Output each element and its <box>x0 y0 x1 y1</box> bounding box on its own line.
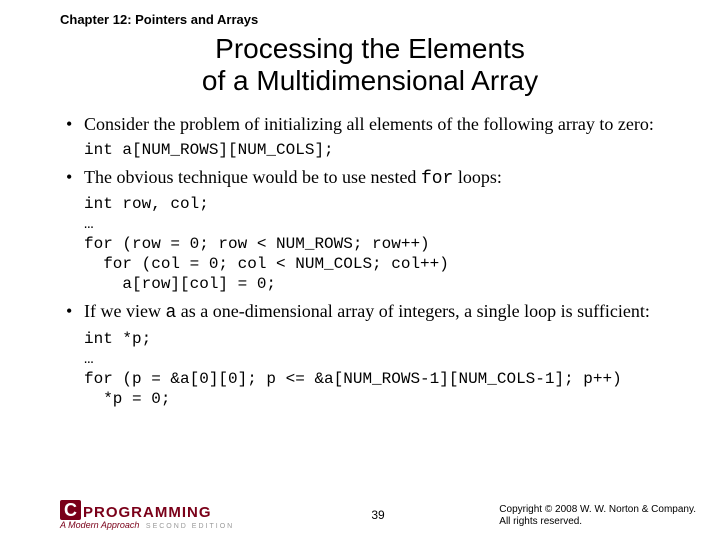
bullet-1-text: Consider the problem of initializing all… <box>84 114 654 134</box>
bullet-2-mono: for <box>421 169 453 189</box>
logo-edition: SECOND EDITION <box>146 523 234 530</box>
chapter-label: Chapter 12: Pointers and Arrays <box>60 12 680 27</box>
bullet-3-post: as a one-dimensional array of integers, … <box>176 301 650 321</box>
code-block-3: int *p; … for (p = &a[0][0]; p <= &a[NUM… <box>84 329 680 409</box>
logo-sub-text: A Modern Approach <box>60 520 139 530</box>
page-number: 39 <box>371 508 384 522</box>
bullet-list: Consider the problem of initializing all… <box>60 113 680 136</box>
book-logo: CPROGRAMMING A Modern Approach SECOND ED… <box>60 500 234 530</box>
copyright-line-2: All rights reserved. <box>499 516 582 527</box>
title-line-1: Processing the Elements <box>215 33 525 64</box>
bullet-2: The obvious technique would be to use ne… <box>84 166 680 191</box>
bullet-list-2: The obvious technique would be to use ne… <box>60 166 680 191</box>
footer: CPROGRAMMING A Modern Approach SECOND ED… <box>60 490 696 536</box>
slide-title: Processing the Elements of a Multidimens… <box>60 33 680 97</box>
bullet-3-mono: a <box>165 303 176 323</box>
bullet-list-3: If we view a as a one-dimensional array … <box>60 300 680 325</box>
logo-mark: C <box>60 500 81 520</box>
copyright: Copyright © 2008 W. W. Norton & Company.… <box>499 504 696 528</box>
title-line-2: of a Multidimensional Array <box>202 65 538 96</box>
bullet-2-post: loops: <box>453 167 502 187</box>
logo-text: PROGRAMMING <box>83 505 212 520</box>
copyright-line-1: Copyright © 2008 W. W. Norton & Company. <box>499 504 696 515</box>
bullet-2-pre: The obvious technique would be to use ne… <box>84 167 421 187</box>
bullet-3: If we view a as a one-dimensional array … <box>84 300 680 325</box>
bullet-3-pre: If we view <box>84 301 165 321</box>
bullet-1: Consider the problem of initializing all… <box>84 113 680 136</box>
code-block-1: int a[NUM_ROWS][NUM_COLS]; <box>84 140 680 160</box>
code-block-2: int row, col; … for (row = 0; row < NUM_… <box>84 194 680 294</box>
logo-subtitle: A Modern Approach SECOND EDITION <box>60 521 234 530</box>
slide: Chapter 12: Pointers and Arrays Processi… <box>0 0 720 540</box>
